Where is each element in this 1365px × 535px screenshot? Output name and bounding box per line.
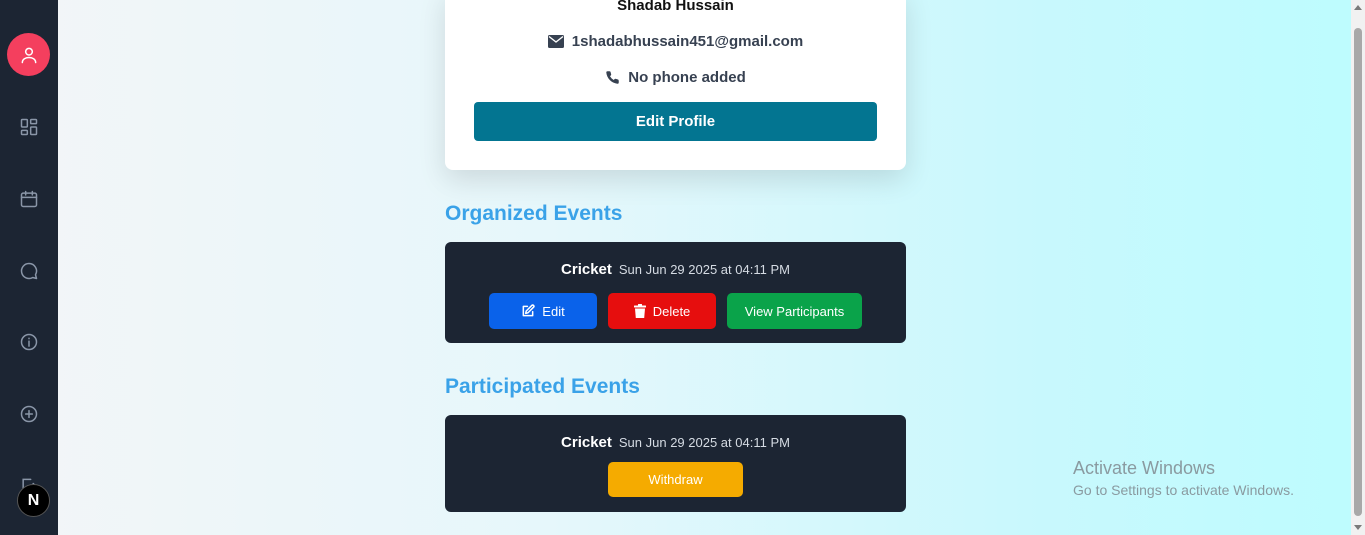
profile-email: 1shadabhussain451@gmail.com — [571, 33, 804, 50]
trash-icon — [633, 304, 646, 318]
calendar-icon — [20, 190, 38, 208]
sidebar: N — [0, 0, 58, 535]
delete-event-button[interactable]: Delete — [608, 293, 716, 329]
organized-event-card: Cricket Sun Jun 29 2025 at 04:11 PM Edit… — [445, 242, 906, 343]
edit-event-label: Edit — [542, 303, 565, 319]
profile-phone: No phone added — [628, 69, 746, 86]
profile-nav-button[interactable] — [7, 33, 50, 76]
delete-event-label: Delete — [652, 303, 691, 319]
participated-event-card: Cricket Sun Jun 29 2025 at 04:11 PM With… — [445, 415, 906, 512]
info-nav-button[interactable] — [0, 320, 58, 364]
profile-phone-row: No phone added — [445, 69, 906, 86]
withdraw-button[interactable]: Withdraw — [608, 462, 743, 497]
participated-events-heading: Participated Events — [445, 375, 640, 398]
chat-icon — [20, 262, 38, 280]
windows-activation-watermark: Activate Windows Go to Settings to activ… — [1073, 458, 1294, 498]
watermark-subtitle: Go to Settings to activate Windows. — [1073, 482, 1294, 498]
view-participants-button[interactable]: View Participants — [727, 293, 862, 329]
info-icon — [20, 333, 38, 351]
profile-email-row: 1shadabhussain451@gmail.com — [445, 33, 906, 50]
nextjs-badge-label: N — [27, 491, 40, 509]
event-date: Sun Jun 29 2025 at 04:11 PM — [618, 262, 790, 277]
edit-event-button[interactable]: Edit — [489, 293, 597, 329]
organized-events-heading: Organized Events — [445, 202, 623, 225]
edit-profile-button[interactable]: Edit Profile — [474, 102, 877, 141]
profile-name: Shadab Hussain — [617, 0, 734, 14]
scrollbar-thumb[interactable] — [1354, 28, 1362, 516]
scroll-down-arrow-icon[interactable] — [1354, 525, 1362, 530]
event-name: Cricket — [561, 261, 612, 278]
dashboard-icon — [20, 118, 38, 136]
event-name: Cricket — [561, 434, 612, 451]
calendar-nav-button[interactable] — [0, 177, 58, 221]
phone-icon — [606, 71, 619, 84]
user-icon — [21, 47, 36, 63]
event-date: Sun Jun 29 2025 at 04:11 PM — [618, 435, 790, 450]
profile-card: Shadab Hussain 1shadabhussain451@gmail.c… — [445, 0, 906, 170]
create-event-nav-button[interactable] — [0, 392, 58, 436]
dashboard-nav-button[interactable] — [0, 105, 58, 149]
vertical-scrollbar[interactable] — [1351, 0, 1365, 535]
envelope-icon — [547, 35, 564, 48]
chat-nav-button[interactable] — [0, 249, 58, 293]
edit-icon — [522, 304, 535, 317]
event-header: Cricket Sun Jun 29 2025 at 04:11 PM — [445, 434, 906, 451]
scroll-up-arrow-icon[interactable] — [1354, 5, 1362, 10]
main-content: Shadab Hussain 1shadabhussain451@gmail.c… — [58, 0, 1351, 535]
add-circle-icon — [20, 405, 38, 423]
watermark-title: Activate Windows — [1073, 458, 1216, 478]
nextjs-dev-badge[interactable]: N — [17, 484, 50, 517]
event-header: Cricket Sun Jun 29 2025 at 04:11 PM — [445, 261, 906, 278]
